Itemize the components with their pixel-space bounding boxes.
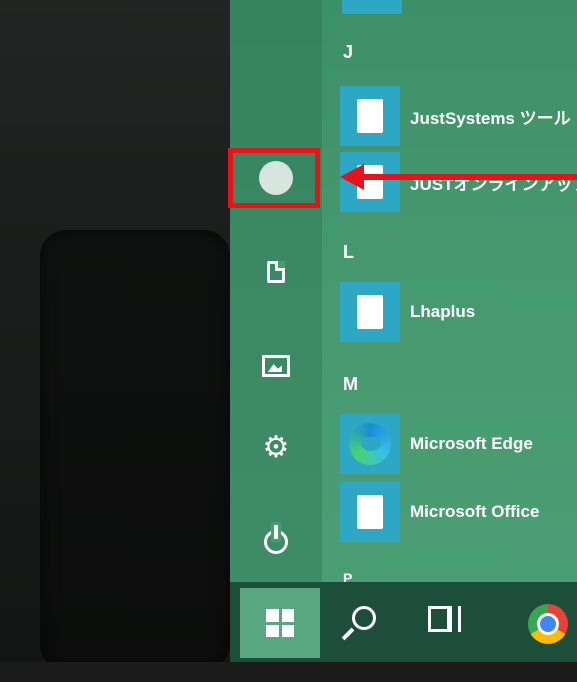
documents-button[interactable] xyxy=(240,244,312,300)
app-tile xyxy=(340,414,400,474)
gear-icon: ⚙ xyxy=(262,431,290,464)
power-icon xyxy=(264,525,288,554)
section-letter-j[interactable]: J xyxy=(343,42,353,63)
app-tile xyxy=(340,282,400,342)
document-icon xyxy=(267,261,285,283)
app-label: Microsoft Office xyxy=(410,502,540,521)
app-item-microsoft-office[interactable]: Microsoft Office xyxy=(340,482,577,542)
picture-icon xyxy=(262,355,290,377)
app-tile xyxy=(340,482,400,542)
annotation-highlight-box xyxy=(228,148,320,208)
device-bezel-bottom xyxy=(0,662,577,682)
app-item-lhaplus[interactable]: Lhaplus xyxy=(340,282,577,342)
app-item-just-online[interactable]: JUSTオンラインアップ xyxy=(340,152,577,212)
section-letter-l[interactable]: L xyxy=(343,242,354,263)
app-item-justsystems[interactable]: JustSystems ツール xyxy=(340,86,577,146)
tile-doc-icon xyxy=(357,99,383,133)
device-bezel xyxy=(0,0,230,682)
app-item-microsoft-edge[interactable]: Microsoft Edge xyxy=(340,414,577,474)
chrome-icon[interactable] xyxy=(528,604,568,644)
app-tile xyxy=(340,86,400,146)
edge-icon xyxy=(349,423,391,465)
start-button[interactable] xyxy=(240,588,320,658)
app-tile xyxy=(342,0,402,14)
section-letter-m[interactable]: M xyxy=(343,374,358,395)
search-icon[interactable] xyxy=(352,606,376,630)
pictures-button[interactable] xyxy=(240,338,312,394)
tile-doc-icon xyxy=(357,295,383,329)
app-label: Microsoft Edge xyxy=(410,434,533,453)
tile-doc-icon xyxy=(357,495,383,529)
app-label: Lhaplus xyxy=(410,302,476,321)
annotation-arrow xyxy=(360,174,577,180)
app-label: JustSystems ツール xyxy=(410,108,571,128)
start-menu-rail: ⚙ xyxy=(230,0,322,582)
power-button[interactable] xyxy=(240,514,312,570)
task-view-icon[interactable] xyxy=(428,606,461,632)
start-menu: ⚙ J JustSystems ツール JUSTオンラインアップ L Lhapl… xyxy=(230,0,577,662)
screen-reflection xyxy=(40,230,230,670)
settings-button[interactable]: ⚙ xyxy=(240,420,312,476)
start-icon xyxy=(266,609,294,637)
taskbar xyxy=(230,582,577,662)
